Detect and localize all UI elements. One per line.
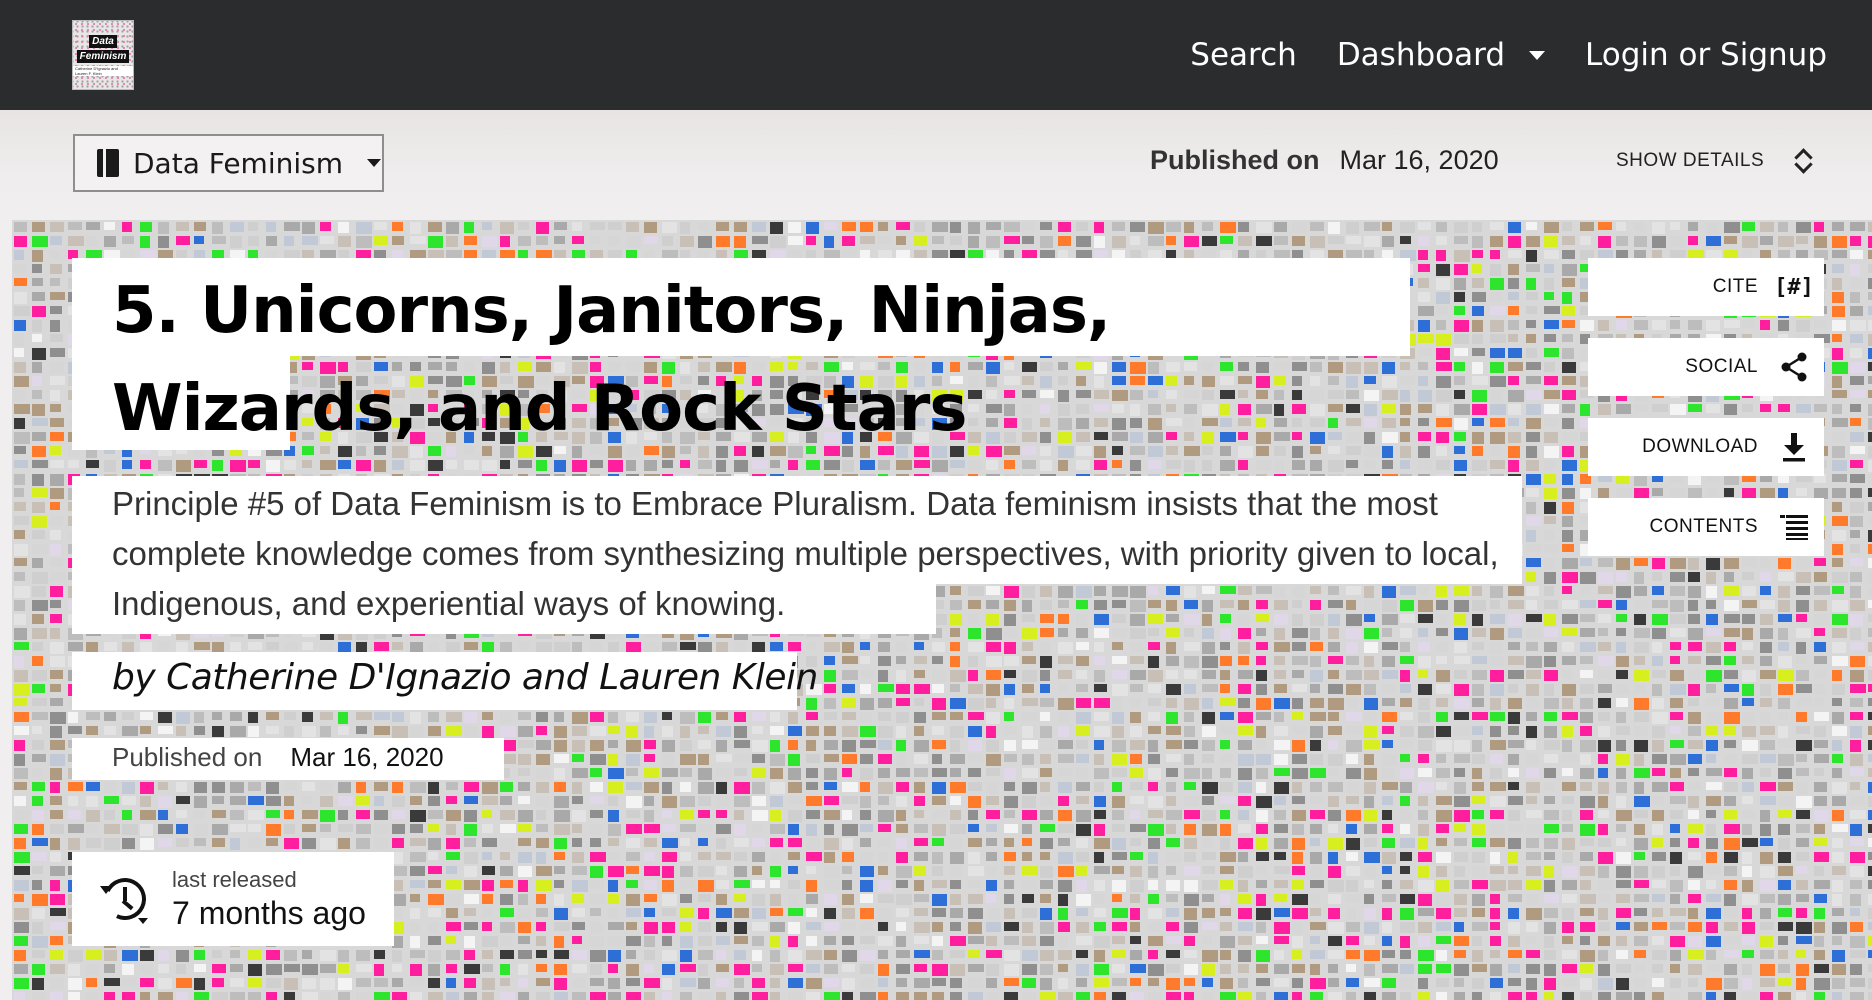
contents-button[interactable]: CONTENTS [1588, 498, 1824, 556]
dashboard-dropdown[interactable]: Dashboard [1337, 37, 1545, 73]
chapter-published-label: Published on [112, 742, 263, 772]
published-label: Published on [1150, 145, 1320, 175]
logo-word-2: Feminism [76, 50, 130, 63]
release-label: last released [172, 866, 297, 892]
nav-links: Search Dashboard Login or Signup [1190, 37, 1827, 73]
chapter-description: Principle #5 of Data Feminism is to Embr… [112, 485, 1499, 622]
login-signup-link[interactable]: Login or Signup [1585, 37, 1827, 73]
share-icon [1778, 351, 1810, 383]
show-details-toggle[interactable]: SHOW DETAILS [1616, 148, 1812, 174]
release-value: 7 months ago [172, 894, 366, 931]
social-label: SOCIAL [1685, 356, 1758, 377]
chapter-published: Published on Mar 16, 2020 [112, 742, 444, 773]
action-buttons: CITE [#] SOCIAL DOWNLOAD CONTENTS [1588, 258, 1824, 578]
chapter-published-date: Mar 16, 2020 [290, 742, 444, 772]
chevron-down-icon [1529, 50, 1545, 60]
cite-label: CITE [1712, 276, 1758, 297]
book-icon [97, 149, 119, 177]
social-button[interactable]: SOCIAL [1588, 338, 1824, 396]
chevron-down-icon [367, 159, 381, 167]
download-button[interactable]: DOWNLOAD [1588, 418, 1824, 476]
show-details-label: SHOW DETAILS [1616, 150, 1765, 171]
collection-dropdown[interactable]: Data Feminism [73, 134, 384, 192]
site-logo[interactable]: Data Feminism Catherine D'Ignazio and La… [72, 20, 134, 90]
collection-label: Data Feminism [133, 146, 343, 180]
cite-button[interactable]: CITE [#] [1588, 258, 1824, 316]
page-title: 5. Unicorns, Janitors, Ninjas, Wizards, … [112, 274, 1111, 446]
logo-word-1: Data [89, 35, 117, 48]
list-icon [1778, 511, 1810, 543]
download-icon [1778, 431, 1810, 463]
release-info[interactable]: last released 7 months ago [72, 852, 394, 946]
search-link[interactable]: Search [1190, 37, 1297, 73]
cite-icon: [#] [1774, 274, 1814, 300]
expand-collapse-icon [1794, 148, 1812, 174]
download-label: DOWNLOAD [1642, 436, 1758, 457]
published-date: Mar 16, 2020 [1339, 145, 1499, 175]
byline: by Catherine D'Ignazio and Lauren Klein [112, 657, 818, 698]
dashboard-link: Dashboard [1336, 37, 1505, 73]
header-published: Published on Mar 16, 2020 [1150, 145, 1499, 176]
logo-authors: Catherine D'Ignazio and Lauren F. Klein [73, 66, 133, 76]
contents-label: CONTENTS [1649, 516, 1758, 537]
history-icon [98, 872, 152, 926]
top-nav: Data Feminism Catherine D'Ignazio and La… [0, 0, 1872, 110]
